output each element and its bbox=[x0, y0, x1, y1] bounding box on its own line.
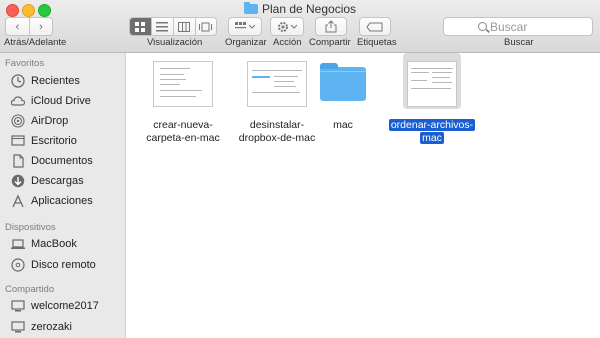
finder-window: Plan de Negocios ‹ › Atrás/Adelante Visu… bbox=[0, 0, 600, 338]
nav-label: Atrás/Adelante bbox=[4, 37, 67, 48]
sidebar-item-descargas[interactable]: Descargas bbox=[0, 172, 125, 190]
sidebar-item-aplicaciones[interactable]: Aplicaciones bbox=[0, 192, 125, 210]
nav-segment: ‹ › bbox=[5, 17, 53, 36]
computer-icon bbox=[11, 320, 25, 334]
sidebar-section-favoritos: Favoritos bbox=[5, 58, 45, 69]
gear-icon bbox=[278, 21, 297, 32]
folder-icon bbox=[320, 63, 366, 101]
search-icon bbox=[478, 22, 487, 31]
disc-icon bbox=[11, 258, 25, 272]
tag-icon bbox=[366, 22, 383, 31]
action-label: Acción bbox=[273, 37, 302, 48]
grid-icon bbox=[135, 21, 146, 32]
computer-icon bbox=[11, 299, 25, 313]
share-icon bbox=[325, 20, 337, 33]
search-placeholder: Buscar bbox=[490, 19, 528, 34]
arrange-icon bbox=[235, 21, 255, 29]
list-icon bbox=[156, 21, 169, 31]
action-button[interactable] bbox=[270, 17, 304, 36]
cloud-icon bbox=[10, 94, 26, 108]
sidebar-item-macbook[interactable]: MacBook bbox=[0, 235, 125, 253]
tags-button[interactable] bbox=[359, 17, 391, 36]
search-input[interactable]: Buscar bbox=[443, 17, 593, 36]
sidebar-item-zerozaki[interactable]: zerozaki bbox=[0, 318, 125, 336]
applications-icon bbox=[11, 194, 25, 208]
view-segment bbox=[129, 17, 217, 36]
sidebar-item-airdrop[interactable]: AirDrop bbox=[0, 112, 125, 130]
arrange-label: Organizar bbox=[225, 37, 267, 48]
share-label: Compartir bbox=[309, 37, 351, 48]
share-button[interactable] bbox=[315, 17, 347, 36]
sidebar-item-label: Recientes bbox=[31, 75, 80, 87]
forward-button[interactable]: › bbox=[29, 18, 52, 35]
sidebar-item-label: Escritorio bbox=[31, 135, 77, 147]
sidebar-item-label: MacBook bbox=[31, 238, 77, 250]
sidebar-item-label: welcome2017 bbox=[31, 300, 99, 312]
window-title: Plan de Negocios bbox=[0, 2, 600, 16]
laptop-icon bbox=[11, 237, 25, 251]
columns-icon bbox=[178, 21, 191, 32]
gallery-view-button[interactable] bbox=[195, 18, 216, 35]
sidebar-item-icloud-drive[interactable]: iCloud Drive bbox=[0, 92, 125, 110]
arrange-button[interactable] bbox=[228, 17, 262, 36]
search-label: Buscar bbox=[504, 37, 534, 48]
sidebar-item-disco-remoto[interactable]: Disco remoto bbox=[0, 256, 125, 274]
window-title-text: Plan de Negocios bbox=[261, 2, 357, 16]
sidebar-item-label: iCloud Drive bbox=[31, 95, 91, 107]
desktop-icon bbox=[11, 134, 25, 148]
sidebar-item-label: AirDrop bbox=[31, 115, 69, 127]
sidebar-item-documentos[interactable]: Documentos bbox=[0, 152, 125, 170]
sidebar-item-label: Aplicaciones bbox=[31, 195, 93, 207]
sidebar-item-label: Descargas bbox=[31, 175, 84, 187]
image-thumbnail bbox=[407, 61, 457, 107]
sidebar-section-dispositivos: Dispositivos bbox=[5, 222, 56, 233]
file-name: ordenar-archivos-mac bbox=[388, 119, 476, 144]
column-view-button[interactable] bbox=[173, 18, 196, 35]
download-icon bbox=[11, 174, 25, 188]
sidebar-item-label: Documentos bbox=[31, 155, 93, 167]
back-button[interactable]: ‹ bbox=[6, 18, 30, 35]
file-item[interactable]: crear-nueva-carpeta-en-mac bbox=[131, 61, 235, 145]
sidebar-item-escritorio[interactable]: Escritorio bbox=[0, 132, 125, 150]
icon-view-button[interactable] bbox=[130, 18, 152, 35]
image-thumbnail bbox=[153, 61, 213, 107]
sidebar-item-recientes[interactable]: Recientes bbox=[0, 72, 125, 90]
airdrop-icon bbox=[11, 114, 25, 128]
chevron-right-icon: › bbox=[39, 20, 43, 33]
view-label: Visualización bbox=[147, 37, 203, 48]
clock-icon bbox=[11, 74, 25, 88]
gallery-icon bbox=[199, 22, 213, 31]
file-item-selected[interactable]: ordenar-archivos-mac bbox=[380, 61, 484, 145]
sidebar-item-label: zerozaki bbox=[31, 321, 72, 333]
sidebar-item-welcome2017[interactable]: welcome2017 bbox=[0, 297, 125, 315]
toolbar: Plan de Negocios ‹ › Atrás/Adelante Visu… bbox=[0, 0, 600, 53]
chevron-left-icon: ‹ bbox=[15, 20, 20, 33]
file-browser: crear-nueva-carpeta-en-mac desinstalar-d… bbox=[127, 53, 600, 338]
folder-icon bbox=[243, 2, 258, 14]
list-view-button[interactable] bbox=[151, 18, 174, 35]
sidebar-section-compartido: Compartido bbox=[5, 284, 55, 295]
tags-label: Etiquetas bbox=[357, 37, 397, 48]
sidebar: Favoritos Recientes iCloud Drive AirDrop… bbox=[0, 53, 126, 338]
document-icon bbox=[11, 154, 25, 168]
file-name: crear-nueva-carpeta-en-mac bbox=[146, 119, 220, 144]
sidebar-item-label: Disco remoto bbox=[31, 259, 96, 271]
